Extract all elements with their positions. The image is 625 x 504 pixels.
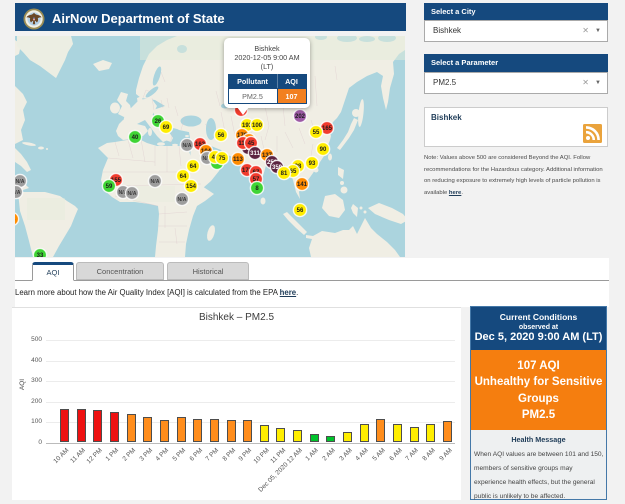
svg-text:113: 113 — [233, 157, 243, 163]
svg-text:56: 56 — [297, 208, 304, 214]
svg-text:40: 40 — [132, 135, 139, 141]
svg-text:69: 69 — [163, 125, 170, 131]
svg-text:64: 64 — [180, 174, 187, 180]
svg-text:100: 100 — [252, 123, 263, 129]
svg-text:N/A: N/A — [15, 190, 21, 196]
svg-text:33: 33 — [37, 253, 44, 257]
svg-text:N/A: N/A — [16, 179, 25, 185]
svg-text:90: 90 — [320, 147, 327, 153]
svg-text:N/A: N/A — [128, 191, 137, 197]
svg-text:N/A: N/A — [183, 143, 192, 149]
svg-text:64: 64 — [190, 164, 197, 170]
svg-text:93: 93 — [309, 161, 316, 167]
svg-text:75: 75 — [219, 156, 226, 162]
svg-text:154: 154 — [186, 184, 197, 190]
svg-text:N/A: N/A — [178, 197, 187, 203]
svg-text:59: 59 — [106, 184, 113, 190]
svg-text:56: 56 — [218, 133, 225, 139]
svg-text:202: 202 — [295, 114, 306, 120]
svg-text:N/A: N/A — [151, 179, 160, 185]
svg-text:141: 141 — [297, 182, 308, 188]
svg-text:55: 55 — [313, 130, 320, 136]
svg-text:311: 311 — [250, 151, 260, 157]
svg-text:81: 81 — [281, 171, 288, 177]
svg-text:165: 165 — [322, 126, 333, 132]
